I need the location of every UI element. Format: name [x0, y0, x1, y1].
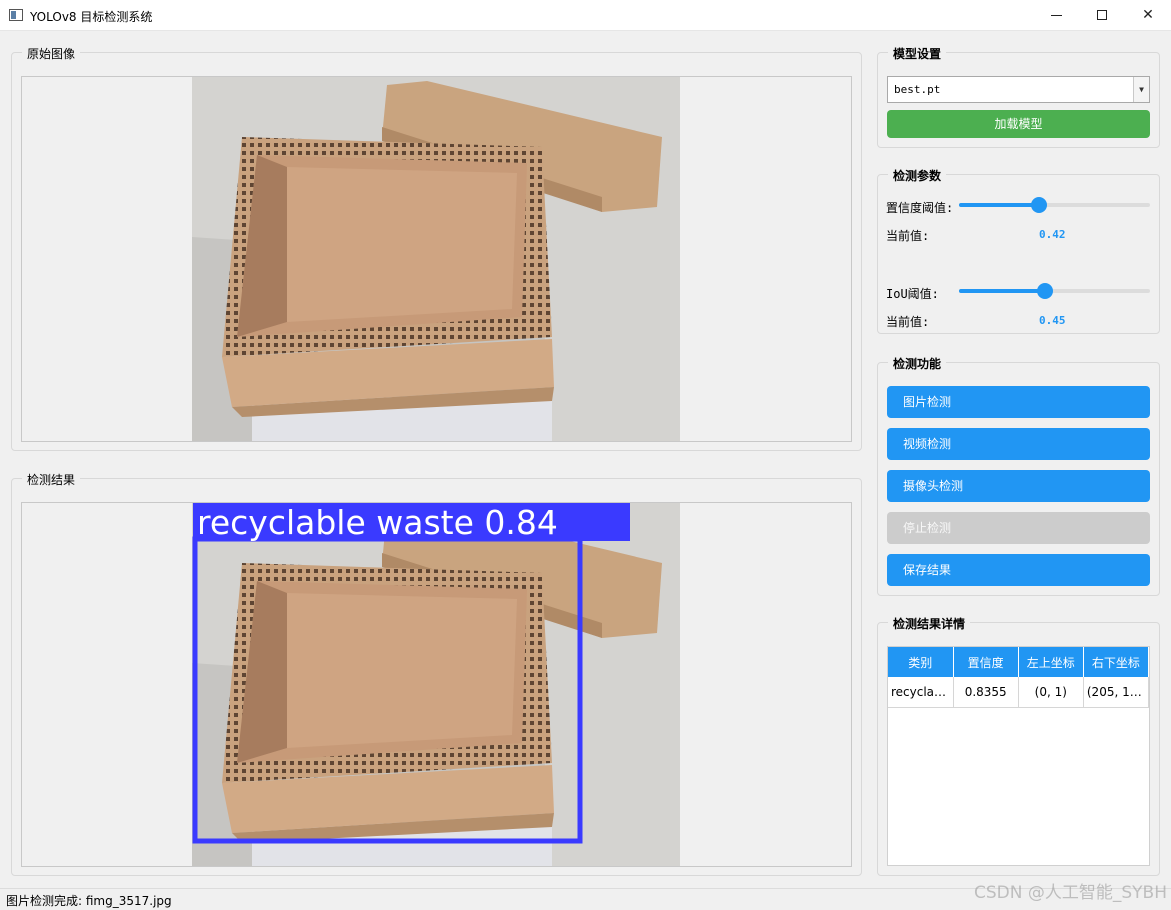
cell-class[interactable]: recyclab... [888, 677, 954, 708]
original-image [192, 77, 680, 441]
iou-label: IoU阈值: [886, 287, 939, 301]
table-row[interactable]: recyclab... 0.8355 (0, 1) (205, 180) [888, 677, 1150, 708]
cell-top-left[interactable]: (0, 1) [1018, 677, 1084, 708]
minimize-icon [1050, 14, 1062, 16]
minimize-button[interactable] [1033, 0, 1079, 31]
table-header-row: 类别 置信度 左上坐标 右下坐标 [888, 647, 1150, 677]
camera-detect-button[interactable]: 摄像头检测 [887, 470, 1150, 502]
image-detect-button[interactable]: 图片检测 [887, 386, 1150, 418]
iou-value: 0.45 [1039, 314, 1066, 327]
cell-confidence[interactable]: 0.8355 [953, 677, 1019, 708]
close-icon: ✕ [1142, 7, 1154, 23]
result-image-frame: recyclable waste 0.84 [21, 502, 852, 867]
result-image-title: 检测结果 [22, 471, 81, 488]
close-button[interactable]: ✕ [1125, 0, 1171, 31]
detection-label: recyclable waste 0.84 [197, 503, 558, 542]
stop-detect-button[interactable]: 停止检测 [887, 512, 1150, 544]
video-detect-button[interactable]: 视频检测 [887, 428, 1150, 460]
iou-slider-fill [959, 289, 1045, 293]
load-model-button[interactable]: 加载模型 [887, 110, 1150, 138]
model-settings-title: 模型设置 [888, 45, 947, 62]
app-icon [9, 9, 23, 21]
chevron-down-icon[interactable]: ▼ [1133, 77, 1149, 102]
window-title: YOLOv8 目标检测系统 [30, 10, 153, 24]
watermark: CSDN @人工智能_SYBH [974, 883, 1167, 903]
iou-slider-handle[interactable] [1036, 283, 1053, 299]
iou-slider[interactable] [959, 283, 1150, 299]
box-photo-original [192, 77, 680, 441]
confidence-label: 置信度阈值: [886, 201, 954, 215]
model-select-value: best.pt [894, 83, 941, 96]
save-result-button[interactable]: 保存结果 [887, 554, 1150, 586]
confidence-slider-fill [959, 203, 1040, 207]
model-select[interactable]: best.pt ▼ [887, 76, 1150, 103]
box-photo-result: recyclable waste 0.84 [192, 503, 680, 866]
column-header-bottom-right[interactable]: 右下坐标 [1083, 647, 1150, 677]
original-image-frame [21, 76, 852, 442]
maximize-icon [1097, 10, 1107, 20]
column-header-confidence[interactable]: 置信度 [953, 647, 1019, 677]
column-header-top-left[interactable]: 左上坐标 [1018, 647, 1084, 677]
maximize-button[interactable] [1079, 0, 1125, 31]
detection-functions-title: 检测功能 [888, 355, 947, 372]
confidence-value: 0.42 [1039, 228, 1066, 241]
result-image: recyclable waste 0.84 [192, 503, 680, 866]
iou-current-label: 当前值: [886, 315, 930, 329]
status-text: 图片检测完成: fimg_3517.jpg [6, 894, 172, 908]
detection-params-title: 检测参数 [888, 167, 947, 184]
result-table[interactable]: 类别 置信度 左上坐标 右下坐标 recyclab... 0.8355 (0, … [887, 646, 1150, 866]
cell-bottom-right[interactable]: (205, 180) [1083, 677, 1150, 708]
original-image-title: 原始图像 [22, 45, 81, 62]
result-details-title: 检测结果详情 [888, 615, 971, 632]
detection-params-group: 检测参数 [877, 167, 1160, 334]
title-bar: YOLOv8 目标检测系统 ✕ [0, 0, 1171, 31]
confidence-slider[interactable] [959, 197, 1150, 213]
confidence-current-label: 当前值: [886, 229, 930, 243]
column-header-class[interactable]: 类别 [888, 647, 954, 677]
